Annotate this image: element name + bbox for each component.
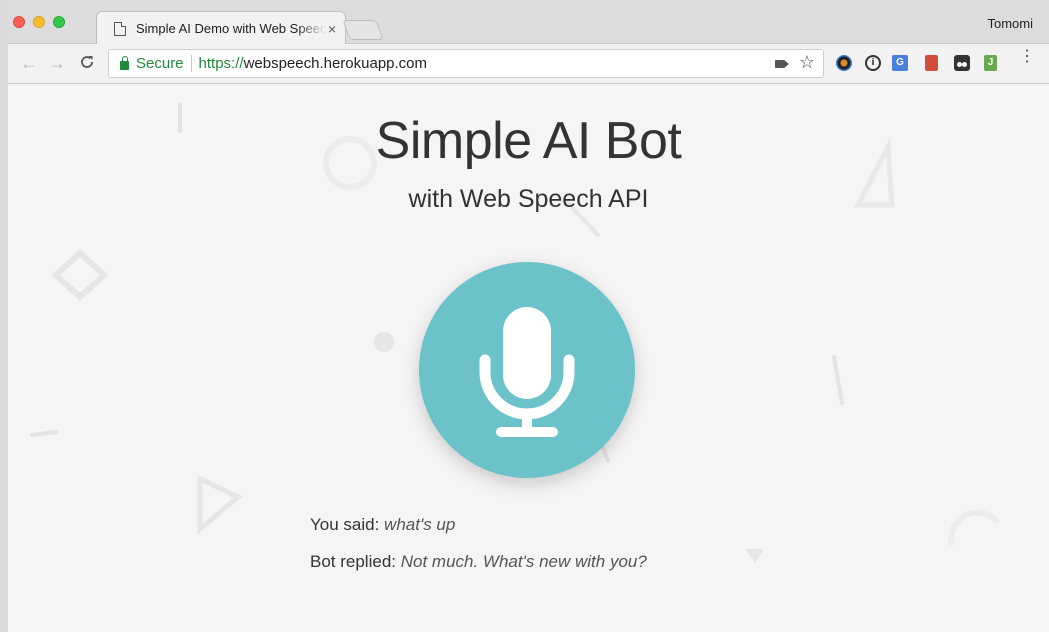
toolbar: ← → Secure https://webspeech.herokuapp.c… xyxy=(8,44,1049,84)
omnibox-divider xyxy=(190,55,192,72)
tampermonkey-icon[interactable] xyxy=(954,55,970,71)
bookmark-star-icon[interactable]: ☆ xyxy=(799,52,815,73)
bot-replied-value: Not much. What's new with you? xyxy=(400,552,647,571)
minimize-window-button[interactable] xyxy=(33,16,45,28)
back-arrow-icon[interactable]: ← xyxy=(20,53,38,74)
reload-icon[interactable] xyxy=(79,52,95,73)
page-title: Simple AI Bot xyxy=(375,112,682,170)
bot-replied-label: Bot replied: xyxy=(310,552,401,571)
lock-icon xyxy=(120,55,129,70)
evernote-icon[interactable]: J xyxy=(984,55,997,71)
onepassword-icon[interactable]: i xyxy=(865,55,881,71)
page-icon xyxy=(114,21,126,36)
you-said-label: You said: xyxy=(310,515,385,534)
microphone-icon xyxy=(479,307,575,437)
bot-replied-line: Bot replied: Not much. What's new with y… xyxy=(310,552,647,572)
page-content: Simple AI Bot with Web Speech API You sa… xyxy=(8,85,1049,632)
page-subtitle: with Web Speech API xyxy=(408,185,649,213)
secure-label[interactable]: Secure xyxy=(136,55,184,72)
tab-title: Simple AI Demo with Web Speech API xyxy=(136,21,326,36)
url-text[interactable]: https://webspeech.herokuapp.com xyxy=(199,55,427,72)
tab-close-icon[interactable]: × xyxy=(328,21,336,37)
close-window-button[interactable] xyxy=(13,16,25,28)
you-said-value: what's up xyxy=(384,515,456,534)
colorpicker-icon[interactable] xyxy=(836,55,852,71)
profile-name[interactable]: Tomomi xyxy=(987,16,1033,31)
bookmark-icon[interactable] xyxy=(925,55,938,71)
url-scheme: https:// xyxy=(198,55,244,72)
tab-strip: Simple AI Demo with Web Speech API × Tom… xyxy=(8,0,1049,45)
new-tab-button[interactable] xyxy=(342,20,384,40)
camera-icon[interactable] xyxy=(775,60,785,68)
maximize-window-button[interactable] xyxy=(53,16,65,28)
tab-active[interactable]: Simple AI Demo with Web Speech API × xyxy=(100,12,344,45)
browser-window: Simple AI Demo with Web Speech API × Tom… xyxy=(8,0,1049,632)
microphone-button[interactable] xyxy=(419,262,635,478)
translate-icon[interactable]: G xyxy=(892,55,908,71)
address-bar[interactable]: Secure https://webspeech.herokuapp.com ☆ xyxy=(108,49,824,78)
url-host: webspeech.herokuapp.com xyxy=(243,55,428,72)
menu-icon[interactable]: ⋮ xyxy=(1019,49,1035,65)
forward-arrow-icon[interactable]: → xyxy=(48,53,66,74)
you-said-line: You said: what's up xyxy=(310,515,455,535)
